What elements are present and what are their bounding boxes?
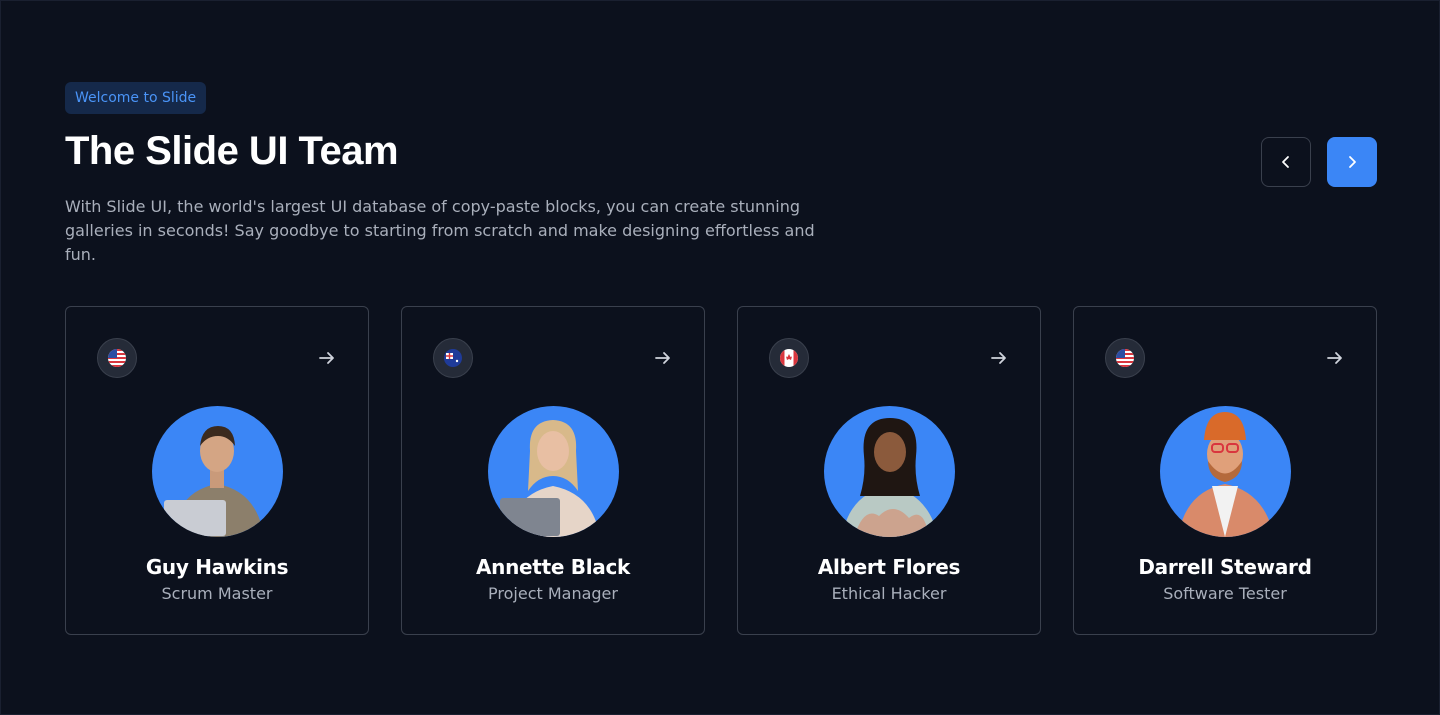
member-name: Darrell Steward (1138, 555, 1312, 579)
team-cards: Guy Hawkins Scrum Master Annette Black P… (65, 306, 1377, 635)
page-title: The Slide UI Team (65, 129, 399, 173)
member-name: Guy Hawkins (145, 555, 289, 579)
flag-badge (97, 338, 137, 378)
chevron-right-icon (1349, 156, 1356, 168)
page-description: With Slide UI, the world's largest UI da… (65, 197, 815, 264)
next-button[interactable] (1327, 137, 1377, 187)
avatar (824, 406, 955, 537)
flag-badge (769, 338, 809, 378)
arrow-right-icon[interactable] (653, 348, 673, 368)
welcome-badge: Welcome to Slide (65, 82, 207, 114)
avatar (488, 406, 619, 537)
us-flag-icon (1116, 349, 1134, 367)
member-name: Annette Black (475, 555, 631, 579)
team-section: Welcome to Slide The Slide UI Team With … (0, 0, 1440, 715)
chevron-left-icon (1282, 156, 1289, 168)
arrow-right-icon[interactable] (989, 348, 1009, 368)
au-flag-icon (444, 349, 462, 367)
flag-badge (1105, 338, 1145, 378)
arrow-right-icon[interactable] (317, 348, 337, 368)
previous-button[interactable] (1261, 137, 1311, 187)
member-role: Project Manager (488, 584, 618, 603)
member-role: Ethical Hacker (831, 584, 947, 603)
member-role: Scrum Master (161, 584, 273, 603)
team-card[interactable]: Darrell Steward Software Tester (1073, 306, 1377, 635)
team-card[interactable]: Guy Hawkins Scrum Master (65, 306, 369, 635)
avatar (1160, 406, 1291, 537)
member-role: Software Tester (1163, 584, 1287, 603)
member-name: Albert Flores (817, 555, 961, 579)
avatar (152, 406, 283, 537)
flag-badge (433, 338, 473, 378)
team-card[interactable]: Annette Black Project Manager (401, 306, 705, 635)
arrow-right-icon[interactable] (1325, 348, 1345, 368)
team-card[interactable]: Albert Flores Ethical Hacker (737, 306, 1041, 635)
us-flag-icon (108, 349, 126, 367)
ca-flag-icon (780, 349, 798, 367)
